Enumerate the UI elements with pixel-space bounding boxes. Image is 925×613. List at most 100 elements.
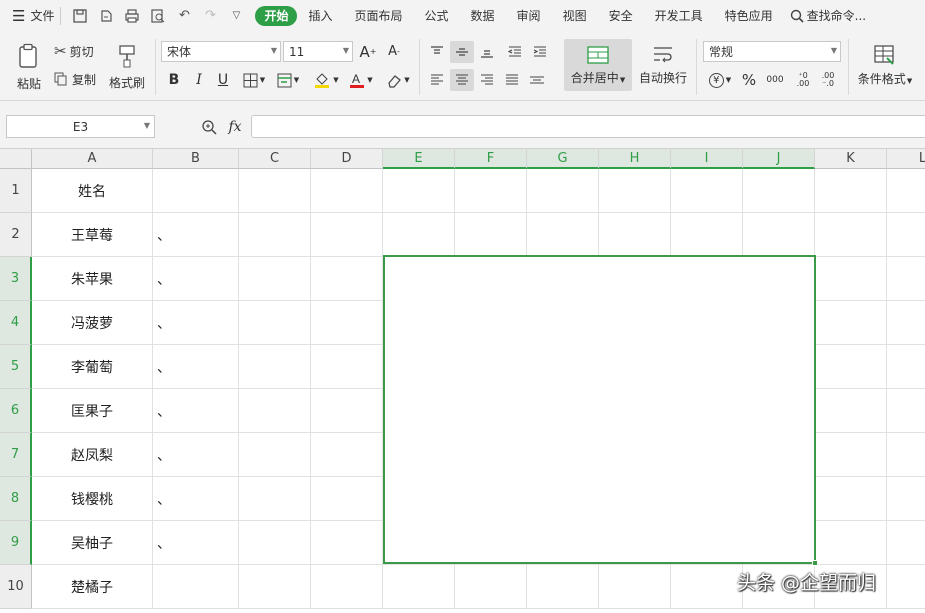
cell-b1[interactable] — [153, 169, 239, 213]
cell-c8[interactable] — [239, 477, 311, 521]
align-center-icon[interactable] — [450, 69, 474, 91]
print-preview-icon[interactable] — [147, 5, 169, 27]
merge-center-button[interactable]: 合并居中▼ — [564, 39, 632, 91]
row-header-2[interactable]: 2 — [0, 213, 32, 257]
cell-a2[interactable]: 王草莓 — [32, 213, 153, 257]
currency-button[interactable]: ¥ ▼ — [705, 70, 735, 90]
cell-c9[interactable] — [239, 521, 311, 565]
cell-b6[interactable]: 、 — [153, 389, 239, 433]
column-header-h[interactable]: H — [599, 149, 671, 169]
row-header-8[interactable]: 8 — [0, 477, 32, 521]
tab-insert[interactable]: 插入 — [297, 0, 343, 31]
cell-f1[interactable] — [455, 169, 527, 213]
align-left-icon[interactable] — [425, 69, 449, 91]
cell-d8[interactable] — [311, 477, 383, 521]
tab-view[interactable]: 视图 — [552, 0, 598, 31]
column-header-i[interactable]: I — [671, 149, 743, 169]
cell-k2[interactable] — [815, 213, 887, 257]
tab-special-apps[interactable]: 特色应用 — [714, 0, 784, 31]
copy-button[interactable]: 复制 — [54, 69, 96, 89]
cell-k1[interactable] — [815, 169, 887, 213]
fill-handle[interactable] — [812, 560, 818, 566]
cell-c3[interactable] — [239, 257, 311, 301]
cell-l3[interactable] — [887, 257, 925, 301]
decrease-font-icon[interactable]: A- — [383, 41, 405, 62]
justify-icon[interactable] — [500, 69, 524, 91]
cell-h2[interactable] — [599, 213, 671, 257]
redo-icon[interactable]: ↷ — [199, 5, 221, 27]
tab-security[interactable]: 安全 — [598, 0, 644, 31]
cell-style-button[interactable]: ▼ — [274, 70, 302, 90]
cell-l4[interactable] — [887, 301, 925, 345]
row-header-4[interactable]: 4 — [0, 301, 32, 345]
cell-a4[interactable]: 冯菠萝 — [32, 301, 153, 345]
cell-c4[interactable] — [239, 301, 311, 345]
undo-icon[interactable]: ↶ — [173, 5, 195, 27]
increase-font-icon[interactable]: A + — [357, 41, 379, 62]
distributed-icon[interactable] — [525, 69, 549, 91]
align-bottom-icon[interactable] — [475, 41, 499, 63]
cell-k6[interactable] — [815, 389, 887, 433]
underline-icon[interactable]: U — [213, 70, 233, 90]
cell-h10[interactable] — [599, 565, 671, 609]
cell-l6[interactable] — [887, 389, 925, 433]
decrease-decimal-icon[interactable]: .00 ⁻.0 — [818, 70, 838, 90]
cell-l5[interactable] — [887, 345, 925, 389]
cell-d10[interactable] — [311, 565, 383, 609]
cell-h1[interactable] — [599, 169, 671, 213]
column-header-k[interactable]: K — [815, 149, 887, 169]
row-header-6[interactable]: 6 — [0, 389, 32, 433]
cell-c7[interactable] — [239, 433, 311, 477]
cell-b8[interactable]: 、 — [153, 477, 239, 521]
print-icon[interactable] — [121, 5, 143, 27]
column-header-d[interactable]: D — [311, 149, 383, 169]
save-icon[interactable] — [69, 5, 91, 27]
cell-c1[interactable] — [239, 169, 311, 213]
name-box[interactable]: E3 ▼ — [6, 115, 155, 138]
cell-k3[interactable] — [815, 257, 887, 301]
customize-dropdown-icon[interactable]: ▽ — [225, 5, 247, 27]
wrap-text-button[interactable]: 自动换行 — [636, 39, 690, 91]
cell-a7[interactable]: 赵凤梨 — [32, 433, 153, 477]
cell-d7[interactable] — [311, 433, 383, 477]
column-header-j[interactable]: J — [743, 149, 815, 169]
column-header-e[interactable]: E — [383, 149, 455, 169]
cell-e2[interactable] — [383, 213, 455, 257]
cell-k5[interactable] — [815, 345, 887, 389]
cell-k7[interactable] — [815, 433, 887, 477]
tab-page-layout[interactable]: 页面布局 — [344, 0, 414, 31]
tab-review[interactable]: 审阅 — [506, 0, 552, 31]
cell-f10[interactable] — [455, 565, 527, 609]
cell-d4[interactable] — [311, 301, 383, 345]
cell-d2[interactable] — [311, 213, 383, 257]
cell-j2[interactable] — [743, 213, 815, 257]
font-color-button[interactable]: A ▼ — [347, 70, 375, 90]
cell-a10[interactable]: 楚橘子 — [32, 565, 153, 609]
column-header-f[interactable]: F — [455, 149, 527, 169]
increase-decimal-icon[interactable]: ⁺0.00 — [793, 70, 813, 90]
search-command[interactable]: 查找命令... — [790, 0, 866, 31]
cell-a8[interactable]: 钱樱桃 — [32, 477, 153, 521]
column-header-l[interactable]: L — [887, 149, 925, 169]
paste-button[interactable]: 粘贴 — [10, 39, 48, 95]
cell-c10[interactable] — [239, 565, 311, 609]
number-format-select[interactable]: 常规 ▼ — [703, 41, 841, 62]
clear-button[interactable]: ▼ — [384, 70, 412, 90]
align-middle-icon[interactable] — [450, 41, 474, 63]
cell-a9[interactable]: 吴柚子 — [32, 521, 153, 565]
cell-b9[interactable]: 、 — [153, 521, 239, 565]
tab-developer[interactable]: 开发工具 — [644, 0, 714, 31]
cell-k4[interactable] — [815, 301, 887, 345]
cell-l10[interactable] — [887, 565, 925, 609]
cell-k9[interactable] — [815, 521, 887, 565]
cell-b3[interactable]: 、 — [153, 257, 239, 301]
cell-l9[interactable] — [887, 521, 925, 565]
cell-b4[interactable]: 、 — [153, 301, 239, 345]
cell-a1[interactable]: 姓名 — [32, 169, 153, 213]
cell-d1[interactable] — [311, 169, 383, 213]
cell-e1[interactable] — [383, 169, 455, 213]
cell-c5[interactable] — [239, 345, 311, 389]
align-right-icon[interactable] — [475, 69, 499, 91]
cell-l7[interactable] — [887, 433, 925, 477]
formula-input[interactable] — [251, 115, 925, 138]
